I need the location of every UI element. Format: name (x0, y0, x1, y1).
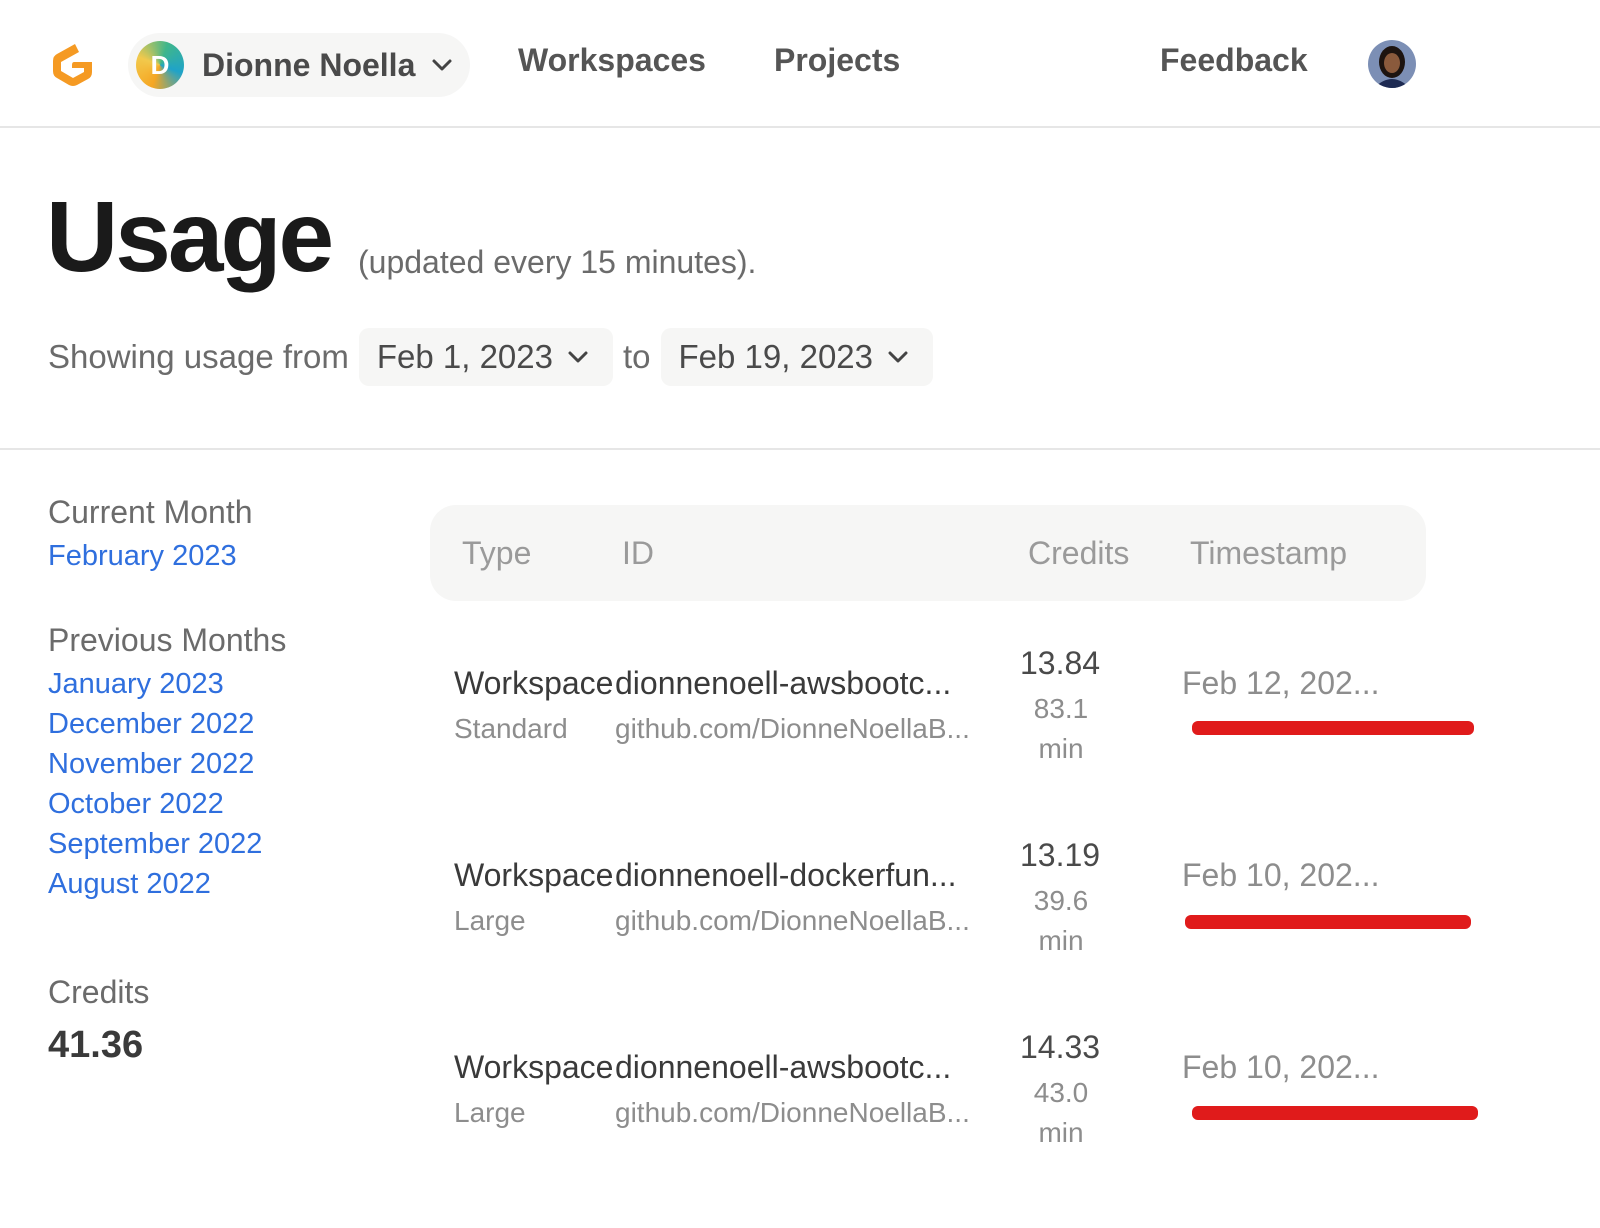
month-link[interactable]: September 2022 (48, 828, 262, 861)
user-photo-icon (1368, 40, 1416, 88)
row-type: Workspace (454, 1049, 614, 1085)
nav-feedback-link[interactable]: Feedback (1160, 42, 1308, 79)
account-switcher[interactable]: D Dionne Noella (128, 33, 470, 97)
row-timestamp: Feb 10, 202... (1182, 1049, 1380, 1085)
previous-months-heading: Previous Months (48, 622, 287, 658)
row-duration-unit: min (1038, 1117, 1084, 1148)
end-date-value: Feb 19, 2023 (678, 338, 874, 375)
start-date-value: Feb 1, 2023 (376, 338, 553, 375)
column-header-credits: Credits (1028, 535, 1130, 571)
row-duration: 39.6 min (1020, 881, 1102, 961)
credits-heading: Credits (48, 974, 150, 1010)
row-workspace-id: dionnenoell-awsbootc... (615, 1049, 952, 1085)
table-row[interactable]: Workspace Large dionnenoell-awsbootc... … (430, 1029, 1490, 1209)
row-credits: 14.33 (1020, 1029, 1101, 1065)
month-link[interactable]: January 2023 (48, 668, 224, 701)
row-workspace-class: Standard (454, 713, 568, 744)
section-divider (0, 448, 1600, 450)
redaction-mark (1185, 915, 1471, 929)
row-workspace-id: dionnenoell-awsbootc... (615, 665, 952, 701)
chevron-down-icon (432, 59, 452, 71)
chevron-down-icon (568, 351, 588, 363)
month-link[interactable]: August 2022 (48, 868, 211, 901)
row-duration-value: 39.6 (1033, 885, 1089, 916)
row-repo: github.com/DionneNoellaB... (615, 905, 970, 936)
row-timestamp: Feb 10, 202... (1182, 857, 1380, 893)
gitpod-logo-icon[interactable] (48, 38, 96, 90)
row-duration-unit: min (1038, 925, 1084, 956)
month-link[interactable]: December 2022 (48, 708, 254, 741)
row-workspace-id: dionnenoell-dockerfun... (615, 857, 957, 893)
row-repo: github.com/DionneNoellaB... (615, 1097, 970, 1128)
range-to-label: to (622, 338, 651, 375)
user-avatar[interactable] (1368, 40, 1416, 88)
column-header-type: Type (462, 535, 532, 571)
row-type: Workspace (454, 665, 614, 701)
chevron-down-icon (888, 351, 908, 363)
month-link[interactable]: October 2022 (48, 788, 224, 821)
page-title: Usage (46, 181, 334, 293)
table-row[interactable]: Workspace Standard dionnenoell-awsbootc.… (430, 645, 1490, 825)
range-label: Showing usage from (48, 338, 349, 375)
row-workspace-class: Large (454, 1097, 526, 1128)
row-timestamp: Feb 12, 202... (1182, 665, 1380, 701)
table-header: Type ID Credits Timestamp (430, 505, 1426, 601)
month-link[interactable]: November 2022 (48, 748, 254, 781)
account-name: Dionne Noella (202, 46, 416, 83)
column-header-timestamp: Timestamp (1190, 535, 1348, 571)
account-avatar: D (136, 41, 184, 89)
row-duration-unit: min (1038, 733, 1084, 764)
redaction-mark (1192, 721, 1474, 735)
credits-total: 41.36 (48, 1024, 144, 1066)
table-row[interactable]: Workspace Large dionnenoell-dockerfun...… (430, 837, 1490, 1017)
row-duration: 83.1 min (1020, 689, 1102, 769)
row-duration-value: 43.0 (1033, 1077, 1089, 1108)
page-subtitle: (updated every 15 minutes). (358, 244, 757, 280)
redaction-mark (1192, 1106, 1478, 1120)
row-duration-value: 83.1 (1033, 693, 1089, 724)
row-duration: 43.0 min (1020, 1073, 1102, 1153)
start-date-picker[interactable]: Feb 1, 2023 (358, 328, 613, 386)
nav-projects-link[interactable]: Projects (774, 42, 900, 79)
row-type: Workspace (454, 857, 614, 893)
row-credits: 13.19 (1020, 837, 1101, 873)
row-repo: github.com/DionneNoellaB... (615, 713, 970, 744)
end-date-picker[interactable]: Feb 19, 2023 (660, 328, 934, 386)
date-range-row: Showing usage from Feb 1, 2023 to Feb 19… (48, 328, 934, 386)
column-header-id: ID (622, 535, 654, 571)
row-credits: 13.84 (1020, 645, 1101, 681)
nav-workspaces-link[interactable]: Workspaces (518, 42, 706, 79)
row-workspace-class: Large (454, 905, 526, 936)
current-month-heading: Current Month (48, 494, 253, 530)
month-link-current[interactable]: February 2023 (48, 540, 237, 573)
top-nav: D Dionne Noella Workspaces Projects Feed… (0, 0, 1600, 128)
